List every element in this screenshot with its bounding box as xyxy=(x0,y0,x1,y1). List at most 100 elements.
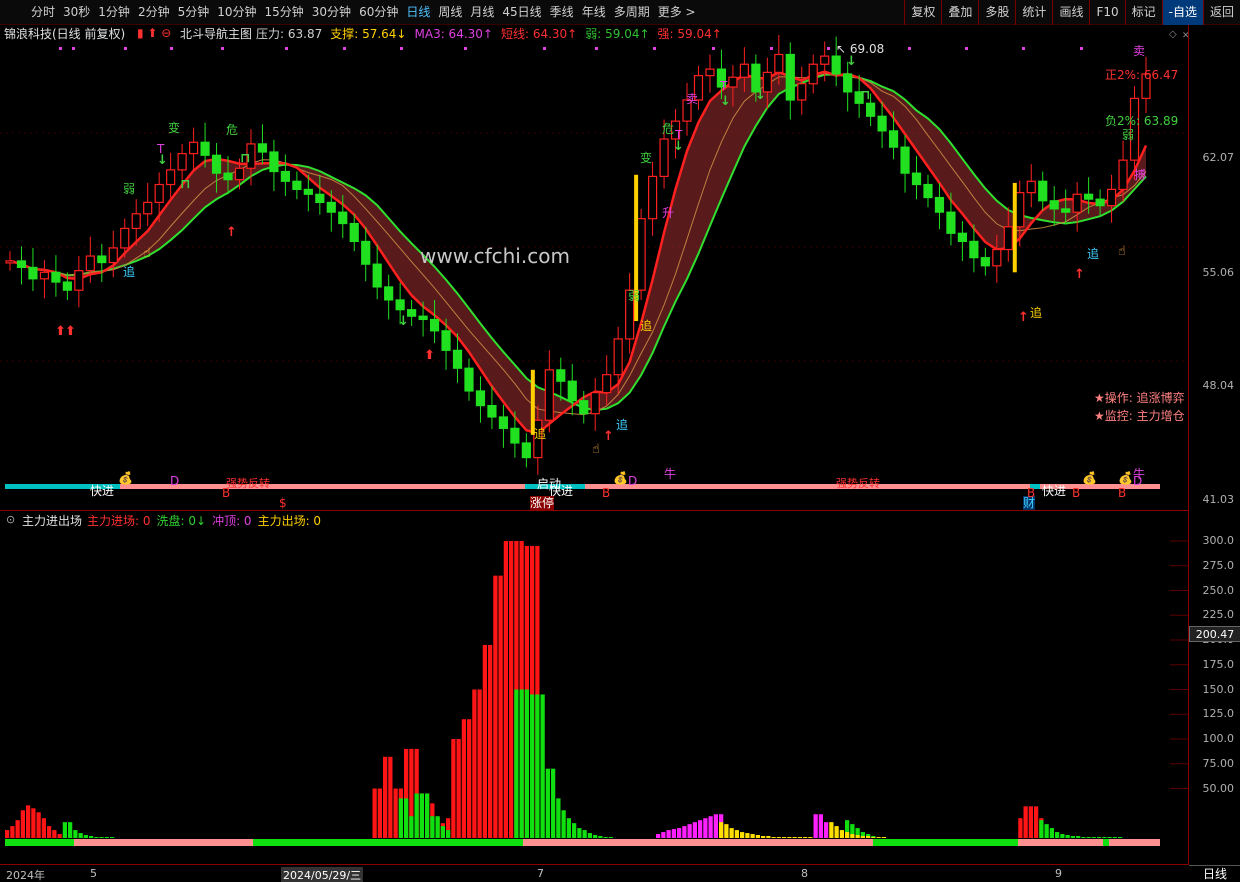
inflow-bar xyxy=(383,756,388,838)
toolbar-button[interactable]: 多股 xyxy=(978,0,1015,25)
outflow-bar xyxy=(808,837,813,838)
period-tab[interactable]: 60分钟 xyxy=(355,0,402,25)
period-tab[interactable]: 10分钟 xyxy=(213,0,260,25)
period-label: 日线 xyxy=(1189,865,1240,882)
pos-2pct-label: 正2%: 66.47 xyxy=(1105,68,1179,82)
state-strip xyxy=(1103,839,1109,846)
candle xyxy=(1049,200,1059,210)
washout-bar xyxy=(398,798,403,838)
washout-bar xyxy=(414,793,419,838)
marker-dot xyxy=(1080,47,1083,50)
arrow-icon: ↓ xyxy=(398,314,409,329)
date-axis[interactable]: 2024年 5 2024/05/29/三 7 8 9 xyxy=(0,864,1188,882)
candle xyxy=(441,330,451,351)
period-tab[interactable]: 2分钟 xyxy=(134,0,174,25)
signal-T: T xyxy=(720,79,728,93)
washout-bar xyxy=(83,835,88,838)
washout-bar xyxy=(561,810,566,838)
inflow-bar xyxy=(488,644,493,838)
inflow-bar xyxy=(377,788,382,838)
period-tab[interactable]: 30秒 xyxy=(59,0,94,25)
candle xyxy=(62,281,72,291)
price-axis[interactable]: 62.07 55.06 48.04 41.03 300.0 275.0 250.0 225.… xyxy=(1188,25,1240,881)
marker-dot xyxy=(124,47,127,50)
signal-zhui: 追 xyxy=(616,418,629,432)
cursor-value: 200.47 xyxy=(1189,626,1240,642)
period-tab[interactable]: 1分钟 xyxy=(94,0,134,25)
marker-dot xyxy=(712,47,715,50)
state-strip xyxy=(5,839,74,846)
period-tab[interactable]: 5分钟 xyxy=(174,0,214,25)
arrow-icon: ↑ xyxy=(1074,267,1085,282)
period-tab[interactable]: 30分钟 xyxy=(308,0,355,25)
period-tab[interactable]: 45日线 xyxy=(498,0,545,25)
top-bar xyxy=(824,822,829,838)
toolbar-button[interactable]: 返回 xyxy=(1202,0,1240,25)
sub-indicator-value: 主力进场: 0 xyxy=(87,514,151,528)
candle xyxy=(74,270,84,291)
main-indicator-values: 压力: 63.87 支撑: 57.64↓ MA3: 64.30↑ 短线: 64.30↑… xyxy=(256,27,722,41)
signal-bian: 变 xyxy=(640,151,653,165)
hand-icon: ☝ xyxy=(1118,244,1126,259)
period-tab[interactable]: 季线 xyxy=(546,0,578,25)
period-tab[interactable]: 日线 xyxy=(402,0,434,25)
diamond-icon[interactable]: ◇ xyxy=(1169,28,1177,42)
signal-bo: 搏 xyxy=(1134,168,1147,182)
main-chart-pane[interactable]: 锦浪科技(日线 前复权) ▮ ⬆ ⊖ 北斗导航主图 压力: 63.87 支撑: 5… xyxy=(0,25,1190,511)
toolbar-button[interactable]: F10 xyxy=(1089,0,1124,25)
inflow-bar xyxy=(482,644,487,838)
candle xyxy=(487,404,497,418)
washout-bar xyxy=(1076,836,1081,838)
y-tick: 150.0 xyxy=(1202,682,1235,696)
period-tab[interactable]: 周线 xyxy=(434,0,466,25)
toolbar-button[interactable]: 叠加 xyxy=(941,0,978,25)
washout-bar xyxy=(593,835,598,838)
outflow-bar xyxy=(719,822,724,838)
toolbar-button[interactable]: -自选 xyxy=(1161,0,1203,25)
marker-dot xyxy=(221,47,224,50)
marker-dot xyxy=(908,47,911,50)
state-band-segment xyxy=(585,484,1030,489)
washout-bar xyxy=(404,798,409,838)
toolbar-button[interactable]: 统计 xyxy=(1015,0,1052,25)
sub-indicator-pane[interactable]: ⊙ 主力进出场 主力进场: 0 洗盘: 0↓ 冲顶: 0 主力出场: 0 xyxy=(0,512,1188,864)
washout-bar xyxy=(1081,837,1086,838)
candle xyxy=(510,427,520,444)
outflow-bar xyxy=(845,832,850,838)
toolbar-button[interactable]: 标记 xyxy=(1124,0,1162,25)
inflow-bar xyxy=(509,541,514,838)
candle xyxy=(39,271,50,280)
period-tab[interactable]: 月线 xyxy=(466,0,498,25)
period-tab[interactable]: 年线 xyxy=(578,0,610,25)
outflow-bar xyxy=(871,837,876,838)
candle xyxy=(418,315,428,321)
toolbar-button[interactable]: 复权 xyxy=(904,0,941,25)
arrow-icon: ↑ xyxy=(1018,310,1029,325)
candle xyxy=(28,266,38,280)
washout-bar xyxy=(99,837,104,838)
period-tab[interactable]: 更多 > xyxy=(654,0,700,25)
top-bar xyxy=(661,832,666,838)
washout-bar xyxy=(1065,835,1070,838)
mark-icons[interactable]: ▮ ⬆ ⊖ xyxy=(137,26,171,40)
outflow-bar xyxy=(771,837,776,838)
settings-icon[interactable]: ⊙ xyxy=(6,513,15,527)
sub-chart-svg xyxy=(5,540,1188,846)
inflow-bar xyxy=(451,739,456,838)
candle xyxy=(131,213,141,230)
candle xyxy=(395,299,405,311)
arrow-icon: ⊓ xyxy=(240,151,251,166)
period-tab[interactable]: 15分钟 xyxy=(261,0,308,25)
signal-ruo: 弱 xyxy=(628,289,641,303)
outflow-bar xyxy=(881,837,886,838)
period-tab[interactable]: 多周期 xyxy=(610,0,654,25)
y-tick: 100.0 xyxy=(1202,732,1235,745)
washout-bar xyxy=(545,768,550,838)
toolbar-button[interactable]: 画线 xyxy=(1052,0,1089,25)
inflow-bar xyxy=(47,826,52,838)
outflow-bar xyxy=(876,837,881,838)
washout-bar xyxy=(430,816,435,838)
period-tab[interactable]: 分时 xyxy=(27,0,59,25)
hand-icon: ☝ xyxy=(143,246,151,261)
washout-bar xyxy=(519,689,524,838)
